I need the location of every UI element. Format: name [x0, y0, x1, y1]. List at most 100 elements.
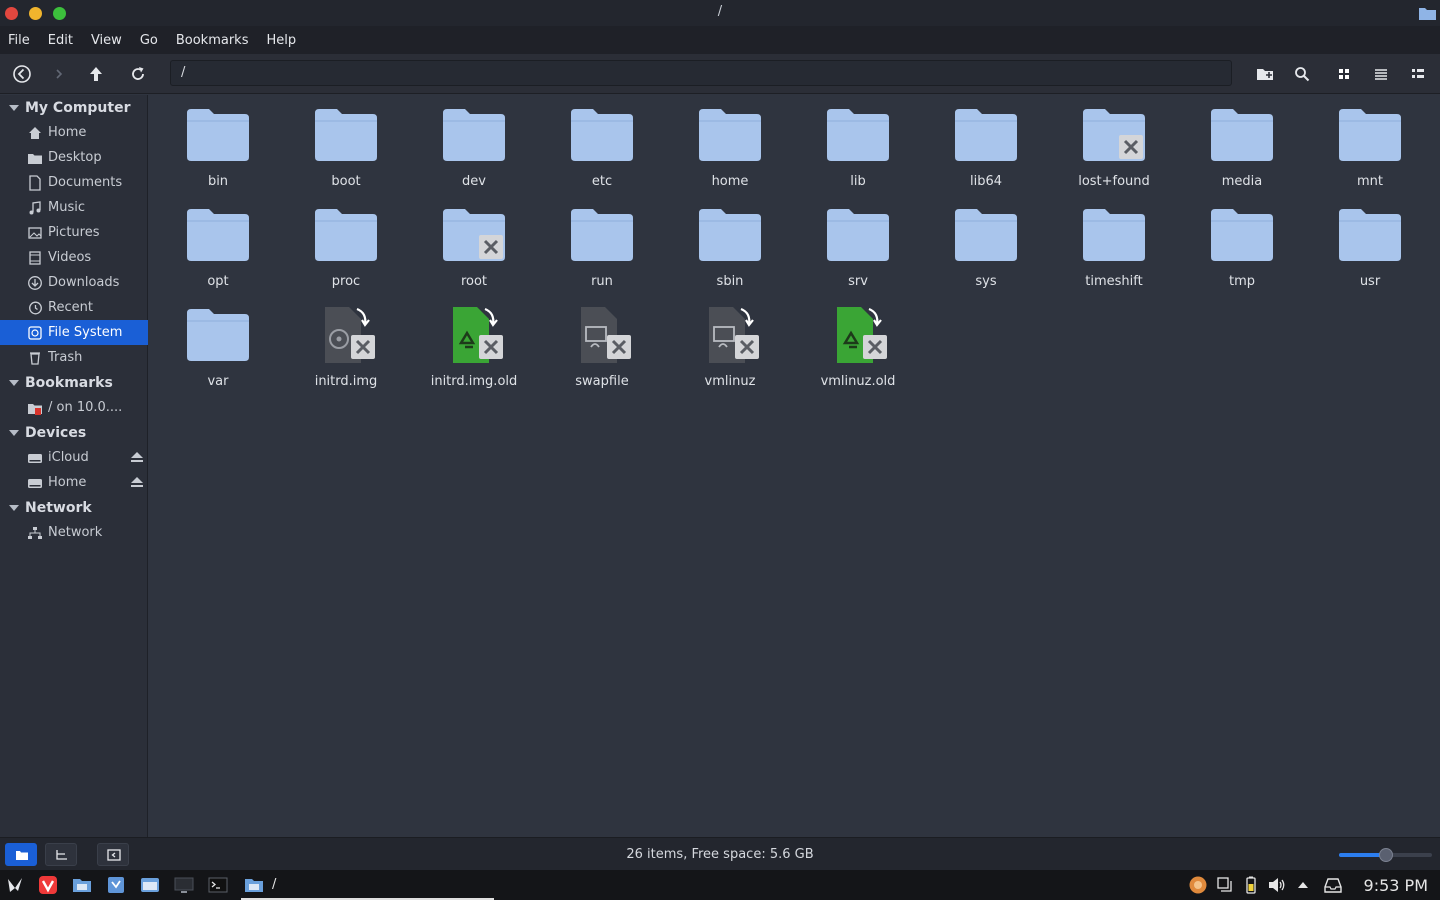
up-icon[interactable]	[85, 63, 107, 85]
file-manager-icon[interactable]	[72, 875, 92, 895]
file-item[interactable]: home	[680, 95, 780, 189]
downloads-icon	[28, 275, 42, 290]
sidebar-header-bookmarks[interactable]: Bookmarks	[0, 370, 148, 395]
network-status-icon[interactable]	[1215, 875, 1235, 895]
file-item[interactable]: initrd.img.old	[424, 295, 524, 389]
file-item[interactable]: usr	[1320, 195, 1420, 289]
new-folder-icon[interactable]	[1254, 63, 1276, 85]
menu-file[interactable]: File	[8, 33, 30, 48]
eject-icon[interactable]	[130, 476, 144, 488]
menu-go[interactable]: Go	[140, 33, 158, 48]
taskbar-window-button[interactable]	[241, 870, 494, 900]
menu-help[interactable]: Help	[266, 33, 296, 48]
display-icon[interactable]	[174, 875, 194, 895]
clock[interactable]: 9:53 PM	[1364, 876, 1428, 895]
sidebar-item-home-drive[interactable]: Home	[0, 470, 148, 495]
sidebar-item-documents[interactable]: Documents	[0, 170, 148, 195]
file-item[interactable]: media	[1192, 95, 1292, 189]
sidebar-item-music[interactable]: Music	[0, 195, 148, 220]
update-manager-icon[interactable]	[1188, 875, 1208, 895]
sidebar-item-network-share-bookmark[interactable]: / on 10.0....	[0, 395, 148, 420]
sidebar-item-pictures[interactable]: Pictures	[0, 220, 148, 245]
sidebar-item-icloud[interactable]: iCloud	[0, 445, 148, 470]
sidebar-item-recent[interactable]: Recent	[0, 295, 148, 320]
file-item[interactable]: etc	[552, 95, 652, 189]
folder-icon	[187, 109, 249, 161]
zoom-slider-handle[interactable]	[1378, 848, 1393, 862]
file-item[interactable]: vmlinuz.old	[808, 295, 908, 389]
folder-icon	[955, 109, 1017, 161]
list-view-icon[interactable]	[1370, 63, 1392, 85]
sidebar-header-my-computer[interactable]: My Computer	[0, 95, 148, 120]
file-name: etc	[591, 174, 613, 189]
file-item[interactable]: bin	[168, 95, 268, 189]
file-item[interactable]: sbin	[680, 195, 780, 289]
terminal-icon[interactable]	[208, 875, 228, 895]
sidebar-item-file-system[interactable]: File System	[0, 320, 148, 345]
search-icon[interactable]	[1291, 63, 1313, 85]
file-item[interactable]: var	[168, 295, 268, 389]
file-item[interactable]: proc	[296, 195, 396, 289]
folder-icon	[699, 209, 761, 261]
file-item[interactable]: opt	[168, 195, 268, 289]
file-item[interactable]: lost+found	[1064, 95, 1164, 189]
menu-launcher-icon[interactable]	[5, 875, 25, 895]
file-item[interactable]: timeshift	[1064, 195, 1164, 289]
tray-expand-icon[interactable]	[1293, 875, 1313, 895]
file-item[interactable]: vmlinuz	[680, 295, 780, 389]
text-editor-icon[interactable]	[106, 875, 126, 895]
reload-icon[interactable]	[127, 63, 149, 85]
sidebar-item-home[interactable]: Home	[0, 120, 148, 145]
volume-icon[interactable]	[1267, 875, 1287, 895]
file-item[interactable]: mnt	[1320, 95, 1420, 189]
menu-bookmarks[interactable]: Bookmarks	[176, 33, 249, 48]
folder-icon	[1211, 209, 1273, 261]
file-item[interactable]: srv	[808, 195, 908, 289]
menu-edit[interactable]: Edit	[48, 33, 73, 48]
sidebar-header-devices[interactable]: Devices	[0, 420, 148, 445]
notifications-icon[interactable]	[1323, 875, 1343, 895]
sidebar-item-label: Trash	[48, 350, 83, 365]
compact-view-icon[interactable]	[1407, 63, 1429, 85]
file-item[interactable]: sys	[936, 195, 1036, 289]
file-name: vmlinuz.old	[820, 374, 896, 389]
location-bar[interactable]: /	[170, 60, 1232, 86]
back-icon[interactable]	[11, 63, 33, 85]
sidebar-item-trash[interactable]: Trash	[0, 345, 148, 370]
file-item[interactable]: lib	[808, 95, 908, 189]
filesystem-icon	[28, 325, 42, 340]
file-item[interactable]: run	[552, 195, 652, 289]
file-item[interactable]: root	[424, 195, 524, 289]
trash-icon	[30, 351, 40, 365]
file-name: tmp	[1228, 274, 1255, 289]
folder-icon	[1211, 109, 1273, 161]
folder-icon	[1083, 209, 1145, 261]
vivaldi-browser-icon[interactable]	[38, 875, 58, 895]
file-item[interactable]: tmp	[1192, 195, 1292, 289]
icon-view-icon[interactable]	[1333, 63, 1355, 85]
battery-icon[interactable]	[1241, 875, 1261, 895]
file-item[interactable]: boot	[296, 95, 396, 189]
sidebar-item-network[interactable]: Network	[0, 520, 148, 545]
sidebar-item-videos[interactable]: Videos	[0, 245, 148, 270]
sidebar-item-downloads[interactable]: Downloads	[0, 270, 148, 295]
file-item[interactable]: swapfile	[552, 295, 652, 389]
eject-icon[interactable]	[130, 451, 144, 463]
window-manager-icon[interactable]	[140, 875, 160, 895]
folder-icon	[1339, 109, 1401, 161]
sidebar-header-network[interactable]: Network	[0, 495, 148, 520]
sidebar-item-label: File System	[48, 325, 123, 340]
executable-link-icon	[709, 307, 759, 363]
file-name: sys	[975, 274, 997, 289]
zoom-slider[interactable]	[1339, 848, 1432, 862]
sidebar-item-desktop[interactable]: Desktop	[0, 145, 148, 170]
file-item[interactable]: lib64	[936, 95, 1036, 189]
file-item[interactable]: initrd.img	[296, 295, 396, 389]
forward-icon[interactable]	[48, 63, 70, 85]
file-name: lib	[850, 174, 866, 189]
file-name: swapfile	[575, 374, 629, 389]
menu-view[interactable]: View	[91, 33, 122, 48]
file-item[interactable]: dev	[424, 95, 524, 189]
file-name: vmlinuz	[704, 374, 756, 389]
sidebar-item-label: Music	[48, 200, 85, 215]
